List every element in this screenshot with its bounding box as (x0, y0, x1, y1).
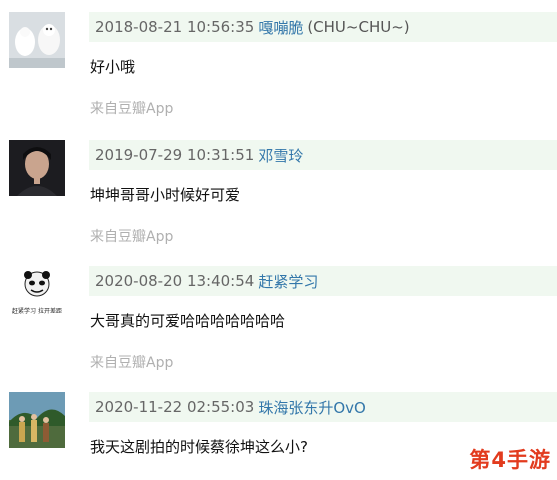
comment-text: 好小哦 (90, 58, 136, 76)
comment-timestamp: 2018-08-21 10:56:35 (95, 18, 255, 36)
avatar-caption: 赶紧学习 拉开差距 (12, 308, 62, 315)
comment-username[interactable]: 邓雪玲 (258, 145, 303, 166)
comment-meta: 2020-08-20 13:40:54 赶紧学习 (89, 266, 557, 296)
comment-text: 坤坤哥哥小时候好可爱 (90, 186, 241, 204)
comment-meta: 2020-11-22 02:55:03 珠海张东升OvO (89, 392, 557, 422)
comment-timestamp: 2019-07-29 10:31:51 (95, 146, 255, 164)
comment-username[interactable]: 嘎嘣脆 (258, 17, 303, 38)
comment-source: 来自豆瓣App (90, 355, 174, 371)
comment-text: 大哥真的可爱哈哈哈哈哈哈哈 (90, 312, 286, 330)
comment-username[interactable]: 珠海张东升OvO (258, 397, 366, 418)
user-avatar[interactable] (9, 140, 65, 196)
comment-username[interactable]: 赶紧学习 (258, 271, 318, 292)
comment-timestamp: 2020-11-22 02:55:03 (95, 398, 255, 416)
user-avatar[interactable] (9, 392, 65, 448)
comment-timestamp: 2020-08-20 13:40:54 (95, 272, 255, 290)
user-avatar[interactable]: 赶紧学习 拉开差距 (9, 266, 65, 322)
comment-meta: 2018-08-21 10:56:35 嘎嘣脆 (CHU~CHU~) (89, 12, 557, 42)
comment-source: 来自豆瓣App (90, 101, 174, 117)
comment-username-note: (CHU~CHU~) (307, 18, 410, 36)
comment-text: 我天这剧拍的时候蔡徐坤这么小? (90, 438, 308, 456)
site-watermark: 第4手游 (469, 448, 551, 472)
comment-meta: 2019-07-29 10:31:51 邓雪玲 (89, 140, 557, 170)
comment-source: 来自豆瓣App (90, 229, 174, 245)
user-avatar[interactable] (9, 12, 65, 68)
